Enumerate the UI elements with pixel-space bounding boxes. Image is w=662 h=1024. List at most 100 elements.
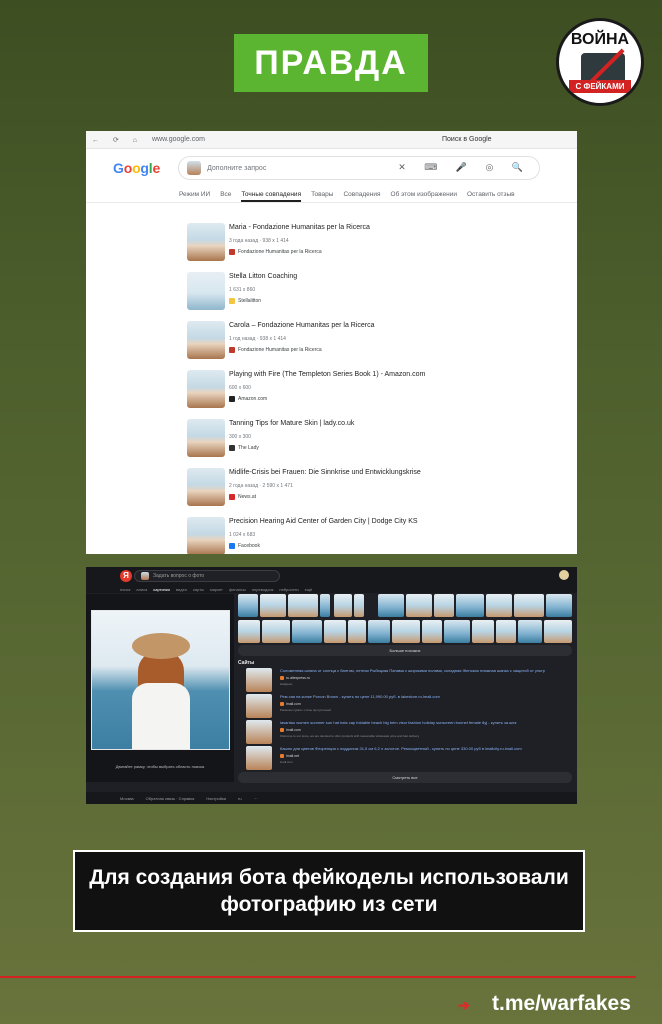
site-domain[interactable]: lmall.com: [280, 702, 301, 706]
yandex-tab[interactable]: картинки: [153, 587, 169, 592]
result-source[interactable]: News.at: [229, 494, 256, 500]
site-result-row[interactable]: lasantau women summer sun hat hats cap f…: [246, 720, 572, 746]
similar-image-tile[interactable]: [486, 594, 512, 617]
result-title[interactable]: Playing with Fire (The Templeton Series …: [229, 371, 425, 378]
result-thumbnail[interactable]: [187, 321, 225, 359]
google-search-box[interactable]: Дополните запрос ✕ ⌨ 🎤 ◎ 🔍: [178, 156, 541, 180]
yandex-tab[interactable]: видео: [176, 587, 187, 592]
similar-image-tile[interactable]: [288, 594, 318, 617]
similar-image-tile[interactable]: [292, 620, 322, 643]
google-tab[interactable]: Режим ИИ: [179, 191, 210, 202]
yandex-search-box[interactable]: Задать вопрос о фото: [134, 570, 280, 582]
browser-url[interactable]: www.google.com: [152, 136, 205, 143]
yandex-tab[interactable]: нейросети: [279, 587, 298, 592]
site-link[interactable]: Кашпо для цветов Флоренция с поддоном 31…: [280, 746, 522, 751]
view-all-button[interactable]: Смотреть все: [238, 772, 572, 783]
site-link[interactable]: Рем сая на конке Porcon Brown - купить п…: [280, 694, 440, 699]
yandex-tab[interactable]: поиск: [120, 587, 130, 592]
similar-image-tile[interactable]: [392, 620, 420, 643]
site-domain[interactable]: ru.aliexpress.ru: [280, 676, 310, 680]
result-title[interactable]: Midlife-Crisis bei Frauen: Die Sinnkrise…: [229, 469, 421, 476]
site-thumbnail[interactable]: [246, 746, 272, 770]
result-row[interactable]: Precision Hearing Aid Center of Garden C…: [187, 517, 547, 554]
similar-image-tile[interactable]: [406, 594, 432, 617]
yandex-tab[interactable]: алиса: [136, 587, 147, 592]
result-thumbnail[interactable]: [187, 223, 225, 261]
result-title[interactable]: Maria - Fondazione Humanitas per la Rice…: [229, 224, 370, 231]
result-source[interactable]: Facebook: [229, 543, 260, 549]
yandex-tab[interactable]: карты: [193, 587, 204, 592]
similar-image-tile[interactable]: [324, 620, 346, 643]
similar-image-tile[interactable]: [354, 594, 364, 617]
similar-image-tile[interactable]: [444, 620, 470, 643]
similar-image-tile[interactable]: [456, 594, 484, 617]
result-row[interactable]: Tanning Tips for Mature Skin | lady.co.u…: [187, 419, 547, 463]
telegram-handle[interactable]: t.me/warfakes: [492, 992, 631, 1016]
result-row[interactable]: Carola – Fondazione Humanitas per la Ric…: [187, 321, 547, 365]
yandex-tab[interactable]: маркет: [210, 587, 223, 592]
more-similar-button[interactable]: Больше похожих: [238, 645, 572, 656]
result-thumbnail[interactable]: [187, 419, 225, 457]
similar-image-tile[interactable]: [368, 620, 390, 643]
result-row[interactable]: Maria - Fondazione Humanitas per la Rice…: [187, 223, 547, 267]
google-tab[interactable]: Товары: [311, 191, 333, 202]
yandex-logo[interactable]: Я: [120, 570, 132, 582]
result-row[interactable]: Stella Litton Coaching 1 631 x 860 Stellal…: [187, 272, 547, 316]
footer-item[interactable]: Москва: [120, 796, 134, 801]
yandex-tab[interactable]: ещё: [305, 587, 313, 592]
similar-image-tile[interactable]: [434, 594, 454, 617]
result-thumbnail[interactable]: [187, 272, 225, 310]
result-source[interactable]: Fondazione Humanitas per la Ricerca: [229, 249, 322, 255]
similar-image-tile[interactable]: [518, 620, 542, 643]
result-source[interactable]: Fondazione Humanitas per la Ricerca: [229, 347, 322, 353]
result-thumbnail[interactable]: [187, 517, 225, 554]
result-thumbnail[interactable]: [187, 468, 225, 506]
google-tab[interactable]: Все: [220, 191, 231, 202]
site-thumbnail[interactable]: [246, 720, 272, 744]
result-row[interactable]: Midlife-Crisis bei Frauen: Die Sinnkrise…: [187, 468, 547, 512]
similar-image-tile[interactable]: [238, 620, 260, 643]
similar-image-tile[interactable]: [334, 594, 352, 617]
site-thumbnail[interactable]: [246, 694, 272, 718]
similar-image-tile[interactable]: [546, 594, 572, 617]
result-title[interactable]: Tanning Tips for Mature Skin | lady.co.u…: [229, 420, 354, 427]
result-source[interactable]: The Lady: [229, 445, 259, 451]
google-tab[interactable]: Оставить отзыв: [467, 191, 515, 202]
site-link[interactable]: lasantau women summer sun hat hats cap f…: [280, 720, 516, 725]
similar-image-tile[interactable]: [472, 620, 494, 643]
similar-image-tile[interactable]: [260, 594, 286, 617]
google-tab[interactable]: Совпадения: [343, 191, 380, 202]
similar-image-tile[interactable]: [262, 620, 290, 643]
search-action-icons[interactable]: ✕ ⌨ 🎤 ◎ 🔍: [398, 162, 531, 173]
site-result-row[interactable]: Рем сая на конке Porcon Brown - купить п…: [246, 694, 572, 720]
footer-item[interactable]: ru: [238, 796, 242, 801]
result-thumbnail[interactable]: [187, 370, 225, 408]
similar-image-tile[interactable]: [238, 594, 258, 617]
result-row[interactable]: Playing with Fire (The Templeton Series …: [187, 370, 547, 414]
similar-image-tile[interactable]: [320, 594, 330, 617]
footer-item[interactable]: Настройки: [206, 796, 226, 801]
similar-image-tile[interactable]: [514, 594, 544, 617]
search-input[interactable]: Дополните запрос: [207, 165, 266, 172]
result-source[interactable]: Amazon.com: [229, 396, 267, 402]
site-link[interactable]: Соломенная шляпа от солнца с бантом, лет…: [280, 668, 545, 673]
similar-image-tile[interactable]: [348, 620, 366, 643]
source-photo[interactable]: [91, 610, 230, 750]
site-domain[interactable]: lmall.com: [280, 728, 301, 732]
yandex-tab[interactable]: финансы: [229, 587, 246, 592]
google-logo[interactable]: Google: [113, 160, 160, 176]
google-tab[interactable]: Об этом изображении: [391, 191, 457, 202]
similar-image-tile[interactable]: [378, 594, 404, 617]
result-source[interactable]: Stellalitton: [229, 298, 261, 304]
profile-avatar[interactable]: [559, 570, 569, 580]
result-title[interactable]: Stella Litton Coaching: [229, 273, 297, 280]
similar-image-tile[interactable]: [496, 620, 516, 643]
site-thumbnail[interactable]: [246, 668, 272, 692]
footer-item[interactable]: ···: [254, 796, 258, 801]
browser-nav-icons[interactable]: ← ⟳ ⌂: [92, 136, 152, 144]
site-result-row[interactable]: Соломенная шляпа от солнца с бантом, лет…: [246, 668, 572, 694]
site-domain[interactable]: lmall.net: [280, 754, 299, 758]
footer-item[interactable]: Обратная связь · Справка: [146, 796, 195, 801]
site-result-row[interactable]: Кашпо для цветов Флоренция с поддоном 31…: [246, 746, 572, 772]
result-title[interactable]: Carola – Fondazione Humanitas per la Ric…: [229, 322, 375, 329]
